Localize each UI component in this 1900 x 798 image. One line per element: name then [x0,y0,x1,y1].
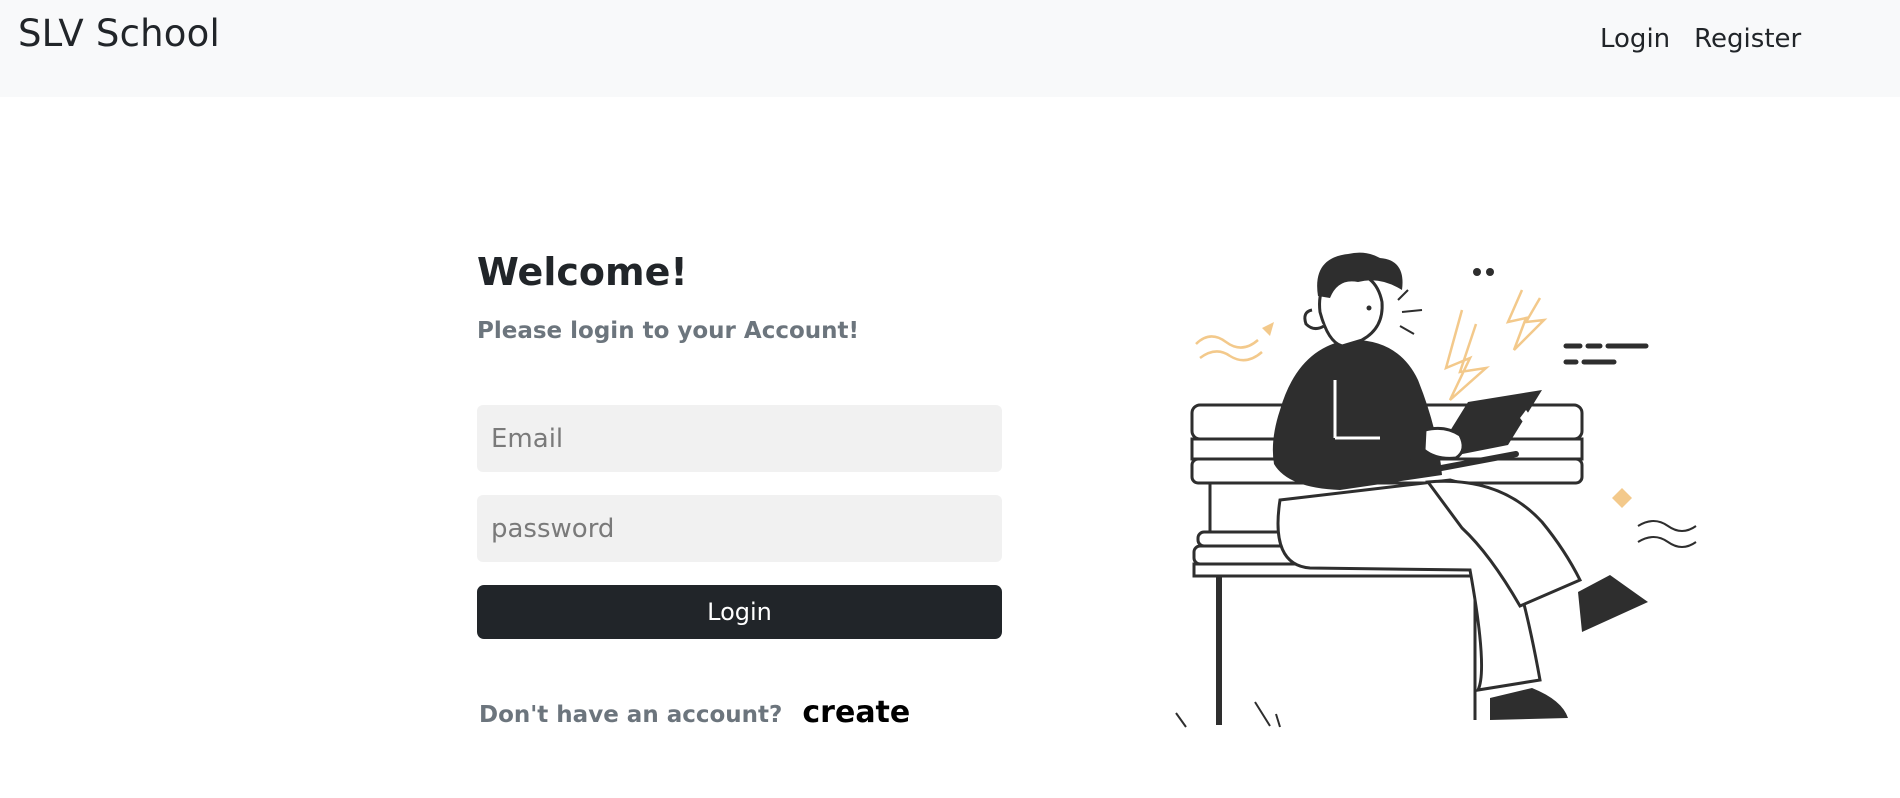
create-account-link[interactable]: create [802,695,910,730]
email-input[interactable] [477,405,1002,472]
nav-register-link[interactable]: Register [1694,24,1801,54]
signup-row: Don't have an account? create [479,695,910,730]
brand-logo[interactable]: SLV School [18,12,220,55]
password-input[interactable] [477,495,1002,562]
login-button[interactable]: Login [477,585,1002,639]
signup-prompt: Don't have an account? [479,702,783,728]
person-on-bench-illustration [1170,250,1710,730]
top-navbar: SLV School Login Register [0,0,1900,97]
person-laptop-icon [1175,252,1697,728]
nav-login-link[interactable]: Login [1600,24,1670,54]
welcome-heading: Welcome! [477,250,688,294]
login-subtitle: Please login to your Account! [477,318,859,344]
nav-links: Login Register [1600,24,1801,54]
